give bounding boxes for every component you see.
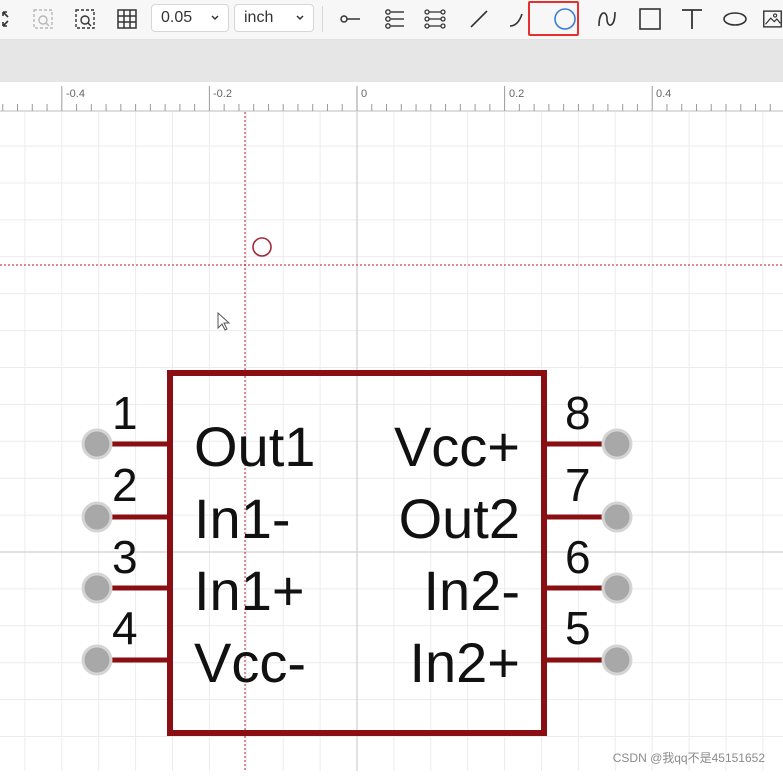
pin-number: 3 [112, 531, 138, 583]
pointer-icon [217, 311, 231, 331]
pin-connector[interactable] [81, 644, 113, 676]
grid-size-select[interactable]: 0.05 [151, 4, 229, 32]
pin-label: In1+ [194, 559, 305, 622]
unit-value: inch [244, 9, 274, 26]
image-icon[interactable] [762, 4, 783, 34]
pin-connector[interactable] [81, 428, 113, 460]
pin-connector[interactable] [81, 572, 113, 604]
pin-connector[interactable] [601, 501, 633, 533]
arrows-icon[interactable] [0, 4, 14, 34]
active-tool-highlight [528, 1, 579, 36]
pin-label: Vcc+ [394, 415, 520, 478]
pin-number: 8 [565, 387, 591, 439]
unit-select[interactable]: inch [234, 4, 314, 32]
pin-number: 2 [112, 459, 138, 511]
arc-icon[interactable] [508, 4, 526, 34]
pin-label: In2+ [409, 631, 520, 694]
toolbar: 0.05 inch [0, 0, 783, 40]
pin-array-icon[interactable] [423, 4, 447, 34]
pin-label: Out1 [194, 415, 315, 478]
pin-number: 7 [565, 459, 591, 511]
pin-number: 5 [565, 602, 591, 654]
pin-label: In2- [424, 559, 521, 622]
line-icon[interactable] [467, 4, 491, 34]
pin-connector[interactable] [601, 572, 633, 604]
horizontal-ruler: -0.4 -0.2 0 0.2 0.4 [0, 82, 783, 112]
bezier-icon[interactable] [596, 4, 618, 34]
pin-number: 6 [565, 531, 591, 583]
grid-icon[interactable] [115, 4, 139, 34]
watermark: CSDN @我qq不是45151652 [612, 751, 765, 765]
zoom-area-icon[interactable] [31, 4, 55, 34]
chevron-down-icon [296, 15, 304, 21]
chevron-down-icon [211, 15, 219, 21]
pin-label: In1- [194, 487, 291, 550]
pin-icon[interactable] [338, 4, 362, 34]
grid-size-value: 0.05 [161, 9, 193, 26]
zoom-select-icon[interactable] [73, 4, 97, 34]
ruler-label: 0.2 [509, 88, 524, 100]
circle-cursor-preview [252, 237, 272, 257]
schematic-canvas[interactable]: 1 2 3 4 8 7 6 5 Out1 In1- In1+ Vcc- Vcc+… [0, 112, 783, 771]
ruler-label: 0 [361, 88, 367, 100]
ruler-label: 0.4 [656, 88, 671, 100]
rectangle-icon[interactable] [638, 4, 662, 34]
pin-connector[interactable] [601, 644, 633, 676]
ellipse-icon[interactable] [722, 4, 748, 34]
pin-label: Out2 [399, 487, 520, 550]
toolbar-divider [322, 6, 323, 32]
pin-number: 4 [112, 602, 138, 654]
text-icon[interactable] [680, 4, 704, 34]
pin-list-icon[interactable] [383, 4, 407, 34]
ruler-label: -0.4 [66, 88, 85, 100]
pin-number: 1 [112, 387, 138, 439]
editor-header-band [0, 40, 783, 82]
pin-connector[interactable] [601, 428, 633, 460]
ruler-label: -0.2 [213, 88, 232, 100]
pin-label: Vcc- [194, 631, 306, 694]
pin-connector[interactable] [81, 501, 113, 533]
